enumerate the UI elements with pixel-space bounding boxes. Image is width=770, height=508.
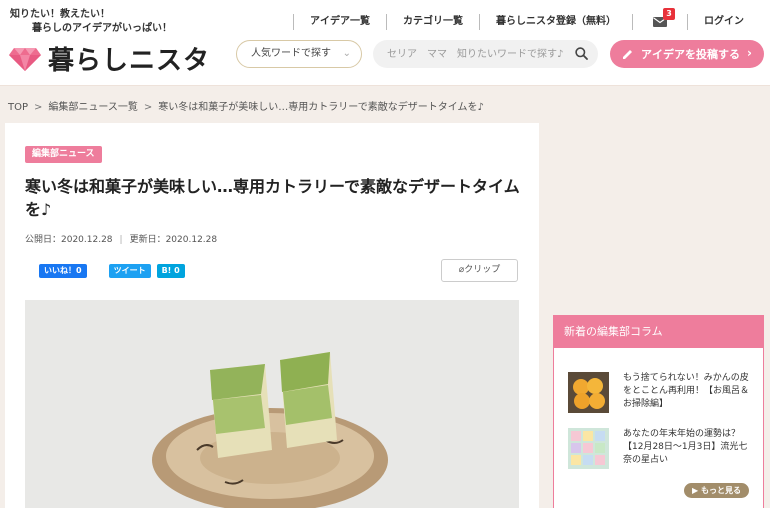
breadcrumb-separator: > <box>34 102 43 113</box>
article-card: 編集部ニュース 寒い冬は和菓子が美味しい…専用カトラリーで素敵なデザートタイムを… <box>5 123 539 508</box>
sidebar-item-title: もう捨てられない！みかんの皮をとことん再利用！【お風呂＆お掃除編】 <box>623 373 750 409</box>
nav-idea-list[interactable]: アイデア一覧 <box>293 14 386 30</box>
date-divider: | <box>119 235 123 245</box>
wagashi-plate-image <box>25 300 519 508</box>
article-title: 寒い冬は和菓子が美味しい…専用カトラリーで素敵なデザートタイムを♪ <box>25 177 520 219</box>
hatena-bookmark-button[interactable]: B! 0 <box>156 264 185 278</box>
chevron-down-icon: ⌄ <box>342 48 351 59</box>
search-box <box>373 40 598 68</box>
facebook-like-button[interactable]: いいね！0 <box>39 264 87 278</box>
post-idea-label: アイデアを投稿する <box>641 48 740 61</box>
sidebar-item-title: あなたの年末年始の運勢は？【12月28日～1月3日】流光七奈の星占い <box>623 429 748 465</box>
tagline-line2: 暮らしのアイデアがいっぱい！ <box>32 23 172 34</box>
play-icon: ▶ <box>692 486 699 495</box>
top-nav: アイデア一覧 カテゴリ一覧 暮らしニスタ登録（無料） 3 ログイン <box>293 8 760 30</box>
search-icon[interactable] <box>575 47 588 60</box>
more-label: もっと見る <box>701 486 741 495</box>
category-badge[interactable]: 編集部ニュース <box>25 146 102 163</box>
site-logo[interactable]: 暮らしニスタ <box>8 40 210 77</box>
clip-button[interactable]: ⌀クリップ <box>441 259 518 282</box>
sidebar-item-mikan[interactable]: もう捨てられない！みかんの皮をとことん再利用！【お風呂＆お掃除編】 <box>568 372 753 413</box>
search-input[interactable] <box>373 40 563 68</box>
breadcrumb: TOP > 編集部ニュース一覧 > 寒い冬は和菓子が美味しい…専用カトラリーで素敵なデザ… <box>8 98 484 113</box>
post-idea-button[interactable]: アイデアを投稿する › <box>610 40 764 68</box>
mail-count-badge: 3 <box>663 8 675 20</box>
tweet-button[interactable]: ツイート <box>108 264 151 278</box>
diamond-logo-icon <box>9 47 41 71</box>
published-date: 公開日：2020.12.28 <box>25 235 113 245</box>
news-sidebar: 新着の編集部コラム もう捨てられない！みかんの皮をとことん再利用！【お風呂＆お掃… <box>553 315 764 508</box>
tagline: 知りたい！教えたい！ 暮らしのアイデアがいっぱい！ <box>10 8 172 36</box>
nav-register[interactable]: 暮らしニスタ登録（無料） <box>479 14 632 30</box>
site-header: 知りたい！教えたい！ 暮らしのアイデアがいっぱい！ 暮らしニスタ アイデア一覧 … <box>0 0 770 86</box>
popular-words-select[interactable]: 人気ワードで探す ⌄ <box>236 40 362 68</box>
article-main-image <box>25 300 519 508</box>
updated-date: 更新日：2020.12.28 <box>129 235 218 245</box>
nav-category-list[interactable]: カテゴリ一覧 <box>386 14 479 30</box>
clip-label: クリップ <box>464 265 501 275</box>
chevron-right-icon: › <box>747 46 752 60</box>
share-buttons: いいね！0 ツイート B! 0 <box>39 264 185 278</box>
popular-words-label: 人気ワードで探す <box>251 48 331 59</box>
more-button[interactable]: ▶ もっと見る <box>684 483 749 498</box>
login-link[interactable]: ログイン <box>687 14 760 30</box>
mail-button[interactable]: 3 <box>632 8 687 30</box>
breadcrumb-separator: > <box>143 102 153 113</box>
mikan-thumbnail <box>568 372 609 413</box>
article-dates: 公開日：2020.12.28 | 更新日：2020.12.28 <box>25 232 217 245</box>
breadcrumb-news-list[interactable]: 編集部ニュース一覧 <box>48 102 138 113</box>
logo-text: 暮らしニスタ <box>48 46 211 76</box>
breadcrumb-top[interactable]: TOP <box>8 102 28 113</box>
breadcrumb-current: 寒い冬は和菓子が美味しい…専用カトラリーで素敵なデザートタイムを♪ <box>158 102 484 113</box>
sidebar-item-horoscope[interactable]: あなたの年末年始の運勢は？【12月28日～1月3日】流光七奈の星占い <box>568 428 753 469</box>
sidebar-heading: 新着の編集部コラム <box>554 316 763 348</box>
tagline-line1: 知りたい！教えたい！ <box>10 9 110 20</box>
horoscope-thumbnail <box>568 428 609 469</box>
pencil-icon <box>623 49 632 59</box>
